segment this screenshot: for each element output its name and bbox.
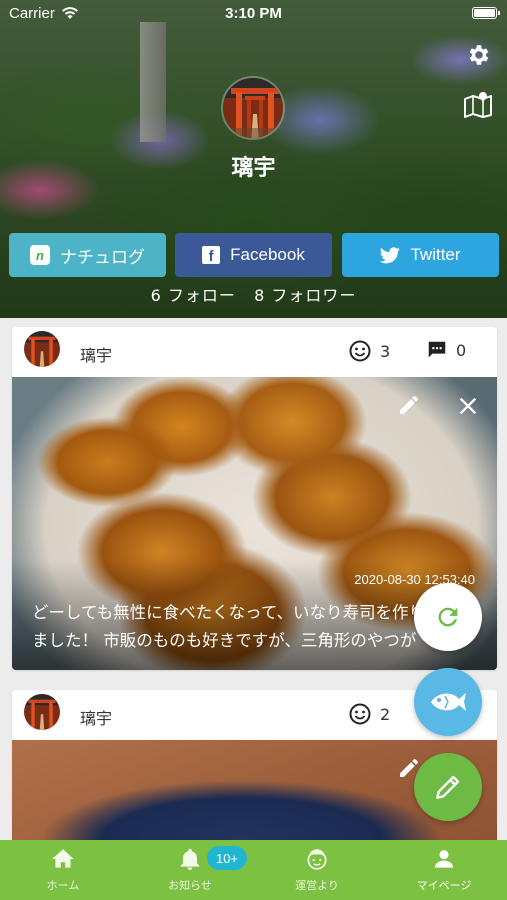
post-author-avatar[interactable] <box>24 694 60 730</box>
status-bar: Carrier 3:10 PM <box>0 0 507 26</box>
bottom-tab-bar: ホーム お知らせ 運営より マイページ <box>0 840 507 900</box>
new-post-button[interactable] <box>414 753 482 821</box>
tab-label: 運営より <box>295 879 339 892</box>
refresh-button[interactable] <box>414 583 482 651</box>
post-author-name[interactable]: 璃宇 <box>80 342 112 366</box>
refresh-icon <box>438 607 458 627</box>
fish-catch-button[interactable] <box>414 668 482 736</box>
follow-stats: 6 フォロー 8 フォロワー <box>0 282 507 306</box>
pencil-icon <box>436 775 460 799</box>
follower-count-link[interactable]: 8 フォロワー <box>254 286 356 305</box>
person-icon <box>434 850 454 868</box>
tab-label: お知らせ <box>168 879 212 892</box>
battery-icon <box>472 7 500 19</box>
edit-pencil-icon[interactable] <box>397 393 421 417</box>
reaction-button[interactable]: 3 <box>348 339 390 363</box>
facebook-link-button[interactable]: f Facebook <box>175 233 332 277</box>
twitter-button-label: Twitter <box>410 245 461 264</box>
profile-username: 璃宇 <box>231 156 276 181</box>
tab-from-staff[interactable]: 運営より <box>254 840 380 900</box>
map-icon[interactable] <box>463 90 493 118</box>
smiley-icon <box>349 703 371 725</box>
post-header: 璃宇 3 0 <box>12 327 497 377</box>
twitter-link-button[interactable]: Twitter <box>342 233 499 277</box>
comment-button[interactable]: 0 <box>426 339 466 361</box>
reaction-button[interactable]: 2 <box>348 702 390 726</box>
comment-icon <box>428 341 446 358</box>
nachulog-logo-icon: n <box>30 245 50 265</box>
tab-label: ホーム <box>46 879 80 892</box>
reaction-count: 2 <box>380 704 391 724</box>
post-author-avatar[interactable] <box>24 331 60 367</box>
twitter-bird-icon <box>380 246 401 263</box>
home-icon <box>52 849 74 868</box>
fish-icon <box>431 693 466 711</box>
bell-icon <box>180 848 200 870</box>
comment-count: 0 <box>456 340 467 360</box>
profile-avatar[interactable] <box>221 76 285 140</box>
tab-label: マイページ <box>416 879 472 892</box>
nachulog-button-label: ナチュログ <box>60 247 145 267</box>
smiley-icon <box>349 340 371 362</box>
tab-my-page[interactable]: マイページ <box>381 840 507 900</box>
cover-photo-detail <box>140 22 166 142</box>
notification-badge: 10+ <box>207 846 247 870</box>
my-page-screen: Carrier 3:10 PM 璃宇 n ナチュログ f Facebook Tw… <box>0 0 507 900</box>
follow-count-link[interactable]: 6 フォロー <box>151 286 236 305</box>
post-author-name[interactable]: 璃宇 <box>80 705 112 729</box>
delete-close-icon[interactable] <box>457 395 479 417</box>
clock: 3:10 PM <box>225 5 282 22</box>
facebook-logo-icon: f <box>202 246 221 264</box>
reaction-count: 3 <box>380 341 391 361</box>
tab-home[interactable]: ホーム <box>0 840 126 900</box>
settings-gear-icon[interactable] <box>465 42 491 68</box>
nachulog-link-button[interactable]: n ナチュログ <box>9 233 166 277</box>
facebook-button-label: Facebook <box>230 245 305 264</box>
staff-face-icon <box>307 849 327 870</box>
